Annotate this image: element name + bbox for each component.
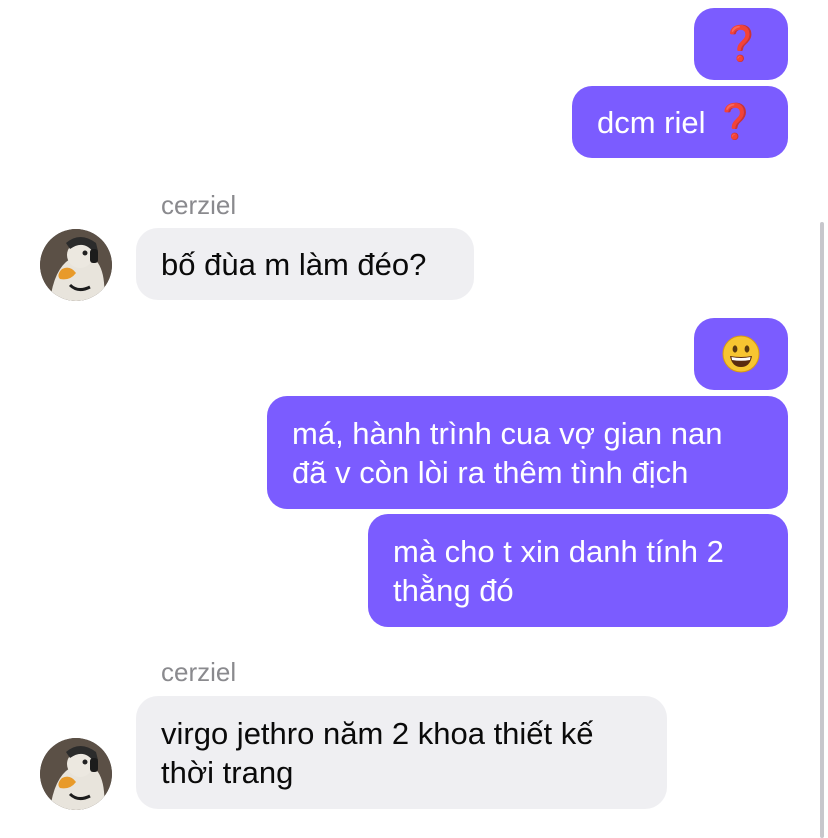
duck-avatar-icon — [40, 738, 112, 810]
contact-avatar[interactable] — [40, 738, 112, 810]
sent-message-bubble[interactable]: dcm riel ❓ — [572, 86, 788, 158]
scrollbar[interactable] — [820, 222, 824, 838]
sent-message-bubble[interactable]: má, hành trình cua vợ gian nan đã v còn … — [267, 396, 788, 509]
message-text: dcm riel — [597, 104, 715, 140]
contact-avatar[interactable] — [40, 229, 112, 301]
sender-name: cerziel — [161, 657, 237, 687]
sender-name: cerziel — [161, 190, 237, 220]
duck-avatar-icon — [40, 229, 112, 301]
message-text: bố đùa m làm đéo? — [161, 246, 427, 282]
grinning-face-icon — [722, 335, 760, 373]
sent-message-bubble[interactable]: ❓ — [694, 8, 788, 80]
question-mark-icon: ❓ — [719, 24, 763, 63]
message-text: má, hành trình cua vợ gian nan đã v còn … — [292, 415, 723, 490]
chat-thread[interactable]: ❓ dcm riel ❓ cerziel bố đùa m làm đéo? m… — [0, 0, 828, 838]
sent-message-bubble[interactable]: mà cho t xin danh tính 2 thằng đó — [368, 514, 788, 627]
received-message-bubble[interactable]: bố đùa m làm đéo? — [136, 228, 474, 300]
message-text: virgo jethro năm 2 khoa thiết kế thời tr… — [161, 715, 594, 790]
message-text: mà cho t xin danh tính 2 thằng đó — [393, 533, 724, 608]
sent-message-bubble[interactable] — [694, 318, 788, 390]
question-mark-icon: ❓ — [714, 102, 757, 141]
received-message-bubble[interactable]: virgo jethro năm 2 khoa thiết kế thời tr… — [136, 696, 667, 809]
